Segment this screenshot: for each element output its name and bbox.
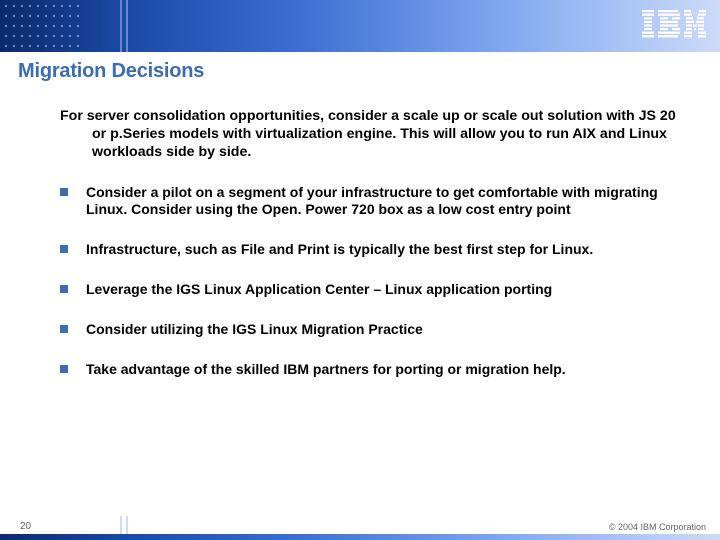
footer: 20 © 2004 IBM Corporation [0, 516, 720, 540]
list-item: Leverage the IGS Linux Application Cente… [60, 281, 676, 299]
header-divider [120, 0, 122, 52]
bullet-marker-icon [60, 245, 68, 253]
header-pattern [0, 0, 90, 52]
bullet-list: Consider a pilot on a segment of your in… [60, 184, 676, 379]
bullet-text: Take advantage of the skilled IBM partne… [86, 361, 566, 379]
slide-title: Migration Decisions [18, 60, 720, 83]
bullet-text: Infrastructure, such as File and Print i… [86, 241, 593, 259]
copyright-text: © 2004 IBM Corporation [609, 522, 706, 532]
bullet-marker-icon [60, 325, 68, 333]
intro-paragraph: For server consolidation opportunities, … [60, 107, 676, 162]
list-item: Infrastructure, such as File and Print i… [60, 241, 676, 259]
header-divider [126, 0, 128, 52]
intro-text: For server consolidation opportunities, … [60, 107, 676, 162]
bullet-text: Consider utilizing the IGS Linux Migrati… [86, 321, 423, 339]
bullet-marker-icon [60, 188, 68, 196]
page-number: 20 [20, 521, 31, 532]
ibm-logo-icon [642, 10, 706, 38]
footer-bar [0, 534, 720, 540]
list-item: Take advantage of the skilled IBM partne… [60, 361, 676, 379]
content-area: For server consolidation opportunities, … [0, 107, 720, 540]
list-item: Consider a pilot on a segment of your in… [60, 184, 676, 220]
slide: Migration Decisions For server consolida… [0, 0, 720, 540]
bullet-text: Leverage the IGS Linux Application Cente… [86, 281, 552, 299]
bullet-marker-icon [60, 285, 68, 293]
list-item: Consider utilizing the IGS Linux Migrati… [60, 321, 676, 339]
bullet-marker-icon [60, 365, 68, 373]
header-bar [0, 0, 720, 52]
bullet-text: Consider a pilot on a segment of your in… [86, 184, 676, 220]
title-block: Migration Decisions [0, 60, 720, 83]
